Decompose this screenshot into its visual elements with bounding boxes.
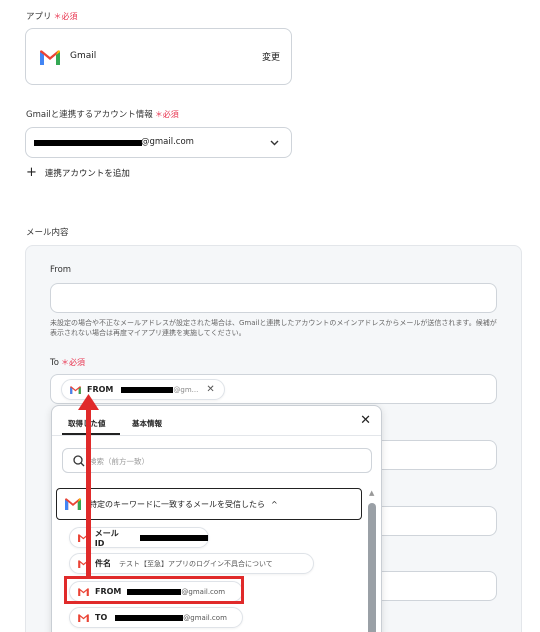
add-account-button[interactable]: + 連携アカウントを追加 xyxy=(26,165,130,180)
account-label: Gmailと連携するアカウント情報 ＊必須 xyxy=(26,110,179,120)
gmail-icon xyxy=(65,498,81,510)
search-input[interactable]: 検索（前方一致） xyxy=(62,448,372,473)
scroll-up-icon[interactable]: ▲ xyxy=(369,490,375,498)
account-select[interactable]: @gmail.com xyxy=(25,127,292,158)
list-item-subject[interactable]: 件名 テスト【至急】アプリのログイン不具合について xyxy=(69,553,314,574)
account-email-suffix: @gmail.com xyxy=(141,137,194,147)
tab-divider xyxy=(52,435,381,436)
from-hint: 未設定の場合や不正なメールアドレスが設定された場合は、Gmailと連携したアカウ… xyxy=(50,319,497,337)
item-label: メールID xyxy=(94,528,119,548)
redacted-value xyxy=(121,386,174,393)
trigger-group-header[interactable]: 特定のキーワードに一致するメールを受信したら ^ xyxy=(56,488,362,520)
search-placeholder: 検索（前方一致） xyxy=(89,457,149,466)
close-icon[interactable]: ✕ xyxy=(206,384,214,395)
gmail-icon xyxy=(70,385,81,394)
chevron-up-icon: ^ xyxy=(271,499,278,509)
gmail-icon xyxy=(78,613,89,622)
to-chip-label: FROM xyxy=(87,385,114,394)
redacted-value xyxy=(115,614,184,621)
chevron-down-icon xyxy=(270,140,279,146)
redacted-value xyxy=(139,534,208,541)
arrow-shaft xyxy=(86,404,91,577)
item-label: TO xyxy=(95,613,108,622)
from-input[interactable] xyxy=(50,283,497,313)
gmail-icon xyxy=(40,50,60,65)
to-label: To ＊必須 xyxy=(50,358,85,368)
close-icon[interactable]: ✕ xyxy=(360,413,371,428)
to-chip-suffix: @gm... xyxy=(173,385,199,394)
list-item-to[interactable]: TO @gmail.com xyxy=(69,607,243,628)
item-value: テスト【至急】アプリのログイン不具合について xyxy=(119,559,273,568)
trigger-label: 特定のキーワードに一致するメールを受信したら xyxy=(89,499,265,509)
add-account-label: 連携アカウントを追加 xyxy=(44,169,130,179)
item-label: 件名 xyxy=(95,559,111,568)
change-app-button[interactable]: 変更 xyxy=(262,50,280,63)
arrow-up-icon xyxy=(78,394,99,410)
from-label: From xyxy=(50,265,72,275)
search-icon xyxy=(73,455,85,467)
app-label: アプリ ＊必須 xyxy=(26,12,78,22)
mail-content-label: メール内容 xyxy=(26,228,69,238)
app-card: Gmail 変更 xyxy=(25,28,292,85)
redacted-email xyxy=(34,140,142,146)
to-input[interactable]: FROM @gm... ✕ xyxy=(50,374,497,404)
highlight-box xyxy=(64,576,244,604)
scrollbar-thumb[interactable] xyxy=(368,503,376,632)
plus-icon: + xyxy=(26,165,37,180)
app-name: Gmail xyxy=(70,51,97,61)
tab-basic-info[interactable]: 基本情報 xyxy=(132,418,162,429)
item-value: @gmail.com xyxy=(183,613,227,622)
